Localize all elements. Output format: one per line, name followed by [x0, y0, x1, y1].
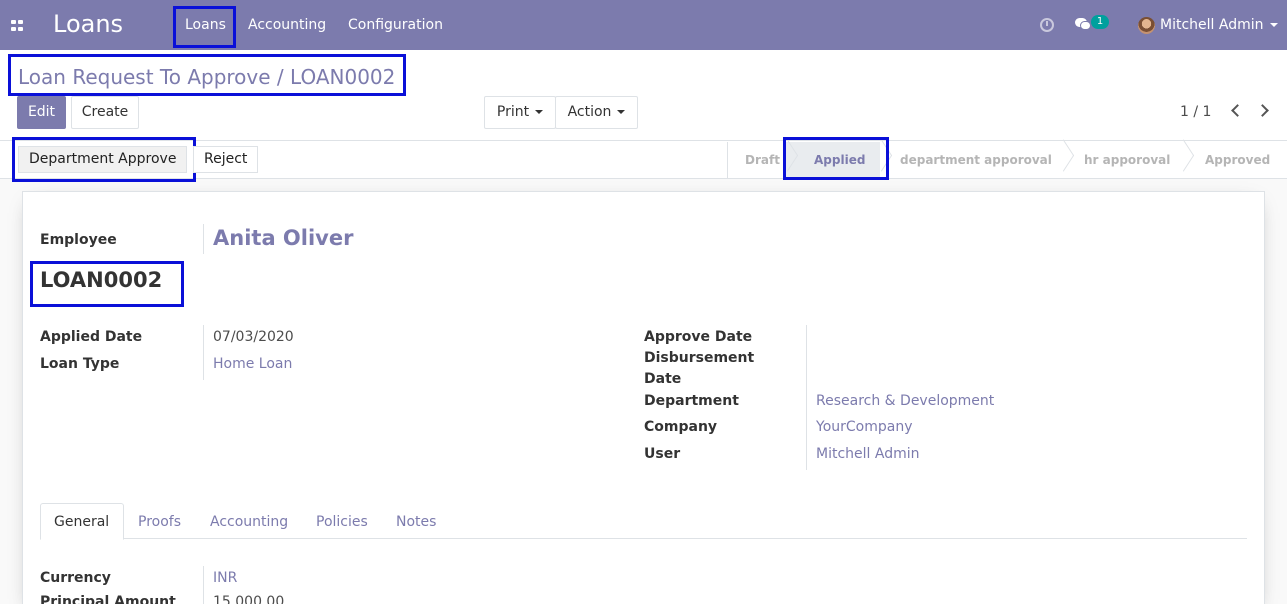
menu-loans[interactable]: Loans — [185, 17, 226, 33]
activity-clock-icon[interactable] — [1040, 18, 1054, 32]
field-divider — [203, 224, 204, 254]
currency-value[interactable]: INR — [213, 570, 237, 586]
stage-separator — [878, 142, 879, 178]
loan-type-label: Loan Type — [40, 356, 120, 372]
loan-type-value[interactable]: Home Loan — [213, 356, 292, 372]
chevron-down-icon — [535, 110, 544, 114]
action-dropdown[interactable]: Action — [555, 96, 638, 129]
currency-label: Currency — [40, 570, 111, 586]
employee-label: Employee — [40, 232, 117, 248]
tab-general[interactable]: General — [54, 514, 109, 530]
applied-date-label: Applied Date — [40, 329, 143, 345]
print-label: Print — [496, 104, 530, 120]
stage-applied[interactable]: Applied — [814, 153, 865, 167]
messages-icon[interactable] — [1075, 17, 1091, 31]
breadcrumb[interactable]: Loan Request To Approve / LOAN0002 — [18, 65, 395, 89]
department-value[interactable]: Research & Development — [816, 393, 994, 409]
control-panel — [0, 50, 1287, 141]
tab-notes[interactable]: Notes — [396, 514, 436, 530]
action-label: Action — [567, 104, 612, 120]
principal-amount-label: Principal Amount — [40, 594, 176, 604]
user-name-label: Mitchell Admin — [1160, 17, 1264, 33]
app-brand: Loans — [53, 10, 124, 38]
disbursement-date-label-2: Date — [644, 371, 682, 387]
field-divider — [806, 325, 807, 470]
statusbar-divider — [727, 142, 728, 178]
user-value[interactable]: Mitchell Admin — [816, 446, 920, 462]
messages-count-badge: 1 — [1091, 15, 1109, 29]
tab-proofs[interactable]: Proofs — [138, 514, 181, 530]
principal-amount-value[interactable]: 15,000.00 — [213, 594, 284, 604]
chevron-down-icon — [1269, 23, 1278, 27]
stage-draft[interactable]: Draft — [745, 153, 780, 167]
print-dropdown[interactable]: Print — [484, 96, 556, 129]
menu-configuration[interactable]: Configuration — [348, 17, 443, 33]
chevron-down-icon — [617, 110, 626, 114]
stage-approved[interactable]: Approved — [1205, 153, 1270, 167]
field-divider — [203, 566, 204, 604]
pager-value[interactable]: 1 / 1 — [1180, 104, 1211, 120]
stage-separator — [784, 142, 785, 178]
reject-button[interactable]: Reject — [193, 146, 259, 173]
top-navbar: Loans Loans Accounting Configuration 1 M… — [0, 0, 1287, 50]
department-label: Department — [644, 393, 739, 409]
menu-accounting[interactable]: Accounting — [248, 17, 326, 33]
field-divider — [203, 325, 204, 380]
user-menu[interactable]: Mitchell Admin — [1160, 17, 1278, 33]
company-label: Company — [644, 419, 718, 435]
applied-date-value[interactable]: 07/03/2020 — [213, 329, 294, 345]
tab-policies[interactable]: Policies — [316, 514, 368, 530]
approve-date-label: Approve Date — [644, 329, 753, 345]
user-avatar[interactable] — [1138, 17, 1155, 34]
stage-separator — [1180, 142, 1181, 178]
loan-reference: LOAN0002 — [40, 268, 163, 292]
stage-separator — [1060, 142, 1061, 178]
stage-department-approval[interactable]: department apporoval — [900, 153, 1052, 167]
apps-menu-icon[interactable] — [11, 20, 24, 31]
department-approve-button[interactable]: Department Approve — [18, 146, 188, 173]
edit-button[interactable]: Edit — [17, 96, 66, 129]
stage-hr-approval[interactable]: hr apporoval — [1084, 153, 1170, 167]
user-label: User — [644, 446, 681, 462]
disbursement-date-label-1: Disbursement — [644, 350, 755, 366]
company-value[interactable]: YourCompany — [816, 419, 913, 435]
employee-value[interactable]: Anita Oliver — [213, 226, 353, 250]
create-button[interactable]: Create — [71, 96, 139, 129]
tab-accounting[interactable]: Accounting — [210, 514, 288, 530]
